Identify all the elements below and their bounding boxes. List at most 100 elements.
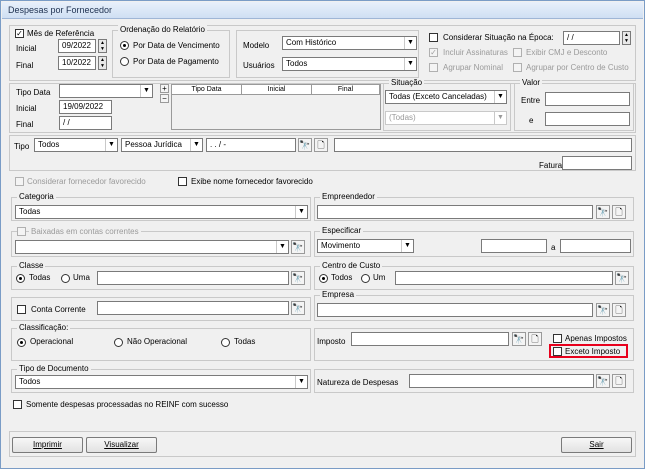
tipo-documento-title: Tipo de Documento xyxy=(17,364,91,374)
classificacao-todas-radio[interactable] xyxy=(221,338,230,347)
reinf-checkbox[interactable] xyxy=(13,400,22,409)
exibir-cmj-label: Exibir CMJ e Desconto xyxy=(526,48,608,57)
classificacao-nao-operacional-label: Não Operacional xyxy=(127,337,188,346)
natureza-label: Natureza de Despesas xyxy=(317,378,399,387)
chevron-down-icon: ▼ xyxy=(190,139,202,151)
centro-todos-label: Todos xyxy=(331,273,353,282)
conta-corrente-checkbox[interactable] xyxy=(17,305,26,314)
mes-final-spinner[interactable]: ▲ ▼ xyxy=(98,56,107,70)
title-bar: Despesas por Fornecedor xyxy=(2,2,643,19)
agrupar-nominal-checkbox[interactable] xyxy=(429,63,438,72)
classe-uma-radio[interactable] xyxy=(61,274,70,283)
new-document-icon[interactable]: 🗋 xyxy=(612,303,626,317)
fornecedor-name-input[interactable] xyxy=(334,138,632,152)
binoculars-icon[interactable]: 🔭 xyxy=(291,301,305,315)
categoria-select[interactable]: Todas ▼ xyxy=(15,205,308,219)
situacao-epoca-spinner[interactable]: ▲ ▼ xyxy=(622,31,631,45)
exibe-nome-checkbox[interactable] xyxy=(178,177,187,186)
binoculars-icon[interactable]: 🔭 xyxy=(291,240,305,254)
exceto-imposto-checkbox[interactable] xyxy=(553,347,562,356)
chevron-down-icon: ▼ xyxy=(295,376,307,388)
mes-referencia-label: Mês de Referência xyxy=(27,29,95,38)
valor-entre-label: Entre xyxy=(521,96,541,105)
mes-inicial-spinner[interactable]: ▲ ▼ xyxy=(98,39,107,53)
exibir-cmj-checkbox[interactable] xyxy=(513,48,522,57)
centro-todos-radio[interactable] xyxy=(319,274,328,283)
classe-todas-radio[interactable] xyxy=(16,274,25,283)
agrupar-centro-label: Agrupar por Centro de Custo xyxy=(526,63,629,72)
centro-um-radio[interactable] xyxy=(361,274,370,283)
binoculars-icon[interactable]: 🔭 xyxy=(298,138,312,152)
binoculars-icon[interactable]: 🔭 xyxy=(291,271,305,285)
chevron-down-icon: ▼ xyxy=(404,58,416,70)
empreendedor-input[interactable] xyxy=(317,205,593,219)
situacao-sub-select[interactable]: (Todas) ▼ xyxy=(385,111,507,125)
new-document-icon[interactable]: 🗋 xyxy=(612,374,626,388)
reinf-label: Somente despesas processadas no REINF co… xyxy=(26,400,229,409)
mes-referencia-checkbox[interactable]: ✓ xyxy=(15,29,24,38)
binoculars-icon[interactable]: 🔭 xyxy=(596,374,610,388)
mes-final-input[interactable]: 10/2022 xyxy=(58,56,96,70)
situacao-title: Situação xyxy=(389,78,425,88)
valor-entre-input[interactable] xyxy=(545,92,630,106)
incluir-assinaturas-checkbox[interactable]: ✓ xyxy=(429,48,438,57)
usuarios-select[interactable]: Todos ▼ xyxy=(282,57,417,71)
tipo-data-final-label: Final xyxy=(16,120,34,129)
apenas-impostos-label: Apenas Impostos xyxy=(565,334,627,343)
situacao-select[interactable]: Todas (Exceto Canceladas) ▼ xyxy=(385,90,507,104)
tipo-data-final-input[interactable]: / / xyxy=(59,116,112,130)
binoculars-icon[interactable]: 🔭 xyxy=(596,303,610,317)
tipo-select[interactable]: Todos ▼ xyxy=(34,138,118,152)
modelo-select[interactable]: Com Histórico ▼ xyxy=(282,36,417,50)
new-document-icon[interactable]: 🗋 xyxy=(314,138,328,152)
tipo-data-inicial-input[interactable]: 19/09/2022 xyxy=(59,100,112,114)
valor-e-label: e xyxy=(529,116,534,125)
new-document-icon[interactable]: 🗋 xyxy=(528,332,542,346)
incluir-assinaturas-label: Incluir Assinaturas xyxy=(443,48,508,57)
mes-inicial-input[interactable]: 09/2022 xyxy=(58,39,96,53)
classe-input[interactable] xyxy=(97,271,289,285)
agrupar-centro-checkbox[interactable] xyxy=(513,63,522,72)
binoculars-icon[interactable]: 🔭 xyxy=(512,332,526,346)
centro-custo-input[interactable] xyxy=(395,271,613,285)
classificacao-nao-operacional-radio[interactable] xyxy=(114,338,123,347)
especificar-a-input[interactable] xyxy=(560,239,631,253)
tipo-data-grid[interactable]: Tipo Data Inicial Final xyxy=(171,84,381,130)
fatura-label: Fatura xyxy=(539,161,563,170)
new-document-icon[interactable]: 🗋 xyxy=(612,205,626,219)
especificar-select[interactable]: Movimento ▼ xyxy=(317,239,414,253)
ordenacao-vencimento-radio[interactable] xyxy=(120,41,129,50)
considerar-favorecido-checkbox[interactable] xyxy=(15,177,24,186)
baixadas-select[interactable]: ▼ xyxy=(15,240,289,254)
especificar-title: Especificar xyxy=(320,226,364,236)
cnpj-input[interactable]: . . / - xyxy=(206,138,296,152)
tipo-data-select[interactable]: ▼ xyxy=(59,84,153,98)
tipo-documento-select[interactable]: Todos ▼ xyxy=(15,375,308,389)
empresa-input[interactable] xyxy=(317,303,593,317)
visualizar-button[interactable]: Visualizar xyxy=(86,437,157,453)
exibe-nome-label: Exibe nome fornecedor favorecido xyxy=(191,177,313,186)
imposto-input[interactable] xyxy=(351,332,509,346)
baixadas-checkbox[interactable] xyxy=(17,227,26,236)
conta-corrente-input[interactable] xyxy=(97,301,289,315)
natureza-input[interactable] xyxy=(409,374,594,388)
binoculars-icon[interactable]: 🔭 xyxy=(615,271,629,285)
fatura-input[interactable] xyxy=(562,156,632,170)
categoria-title: Categoria xyxy=(17,192,56,202)
ordenacao-pagamento-radio[interactable] xyxy=(120,57,129,66)
add-tipo-data-button[interactable]: + xyxy=(160,84,169,93)
pessoa-select[interactable]: Pessoa Jurídica ▼ xyxy=(121,138,203,152)
chevron-down-icon: ▼ xyxy=(404,37,416,49)
binoculars-icon[interactable]: 🔭 xyxy=(596,205,610,219)
sair-button[interactable]: Sair xyxy=(561,437,632,453)
conta-corrente-label: Conta Corrente xyxy=(31,305,86,314)
remove-tipo-data-button[interactable]: − xyxy=(160,94,169,103)
classificacao-operacional-radio[interactable] xyxy=(17,338,26,347)
imprimir-button[interactable]: Imprimir xyxy=(12,437,83,453)
classificacao-title: Classificação: xyxy=(17,323,71,333)
considerar-situacao-checkbox[interactable] xyxy=(429,33,438,42)
situacao-epoca-input[interactable]: / / xyxy=(563,31,620,45)
valor-e-input[interactable] xyxy=(545,112,630,126)
apenas-impostos-checkbox[interactable] xyxy=(553,334,562,343)
especificar-de-input[interactable] xyxy=(481,239,547,253)
